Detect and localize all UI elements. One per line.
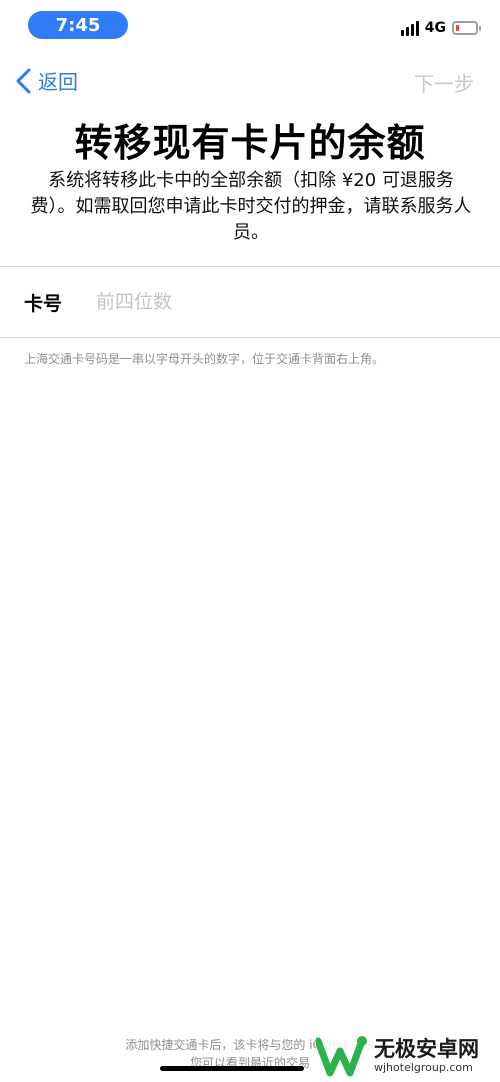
card-number-row: 卡号	[0, 267, 500, 337]
navigation-bar: 返回 下一步	[0, 60, 500, 104]
watermark-url: wjhotelgroup.com	[374, 1060, 473, 1074]
page-title: 转移现有卡片的余额	[74, 121, 426, 165]
divider-bottom	[0, 337, 500, 338]
card-number-label: 卡号	[24, 292, 63, 315]
watermark-title: 无极安卓网	[374, 1037, 479, 1062]
status-bar: 7:45 4G	[0, 0, 500, 50]
back-button[interactable]: 返回	[14, 66, 78, 95]
card-number-hint: 上海交通卡号码是一串以字母开头的数字，位于交通卡背面右上角。	[24, 352, 385, 366]
chevron-left-icon	[16, 68, 31, 93]
network-type: 4G	[424, 20, 446, 36]
watermark-logo-icon	[316, 1036, 367, 1077]
status-indicators: 4G	[400, 18, 481, 38]
card-number-input[interactable]	[96, 282, 500, 322]
home-indicator[interactable]	[160, 1066, 304, 1071]
cellular-signal-icon	[400, 20, 419, 36]
watermark: 无极安卓网 wjhotelgroup.com	[316, 1030, 500, 1082]
page-description: 系统将转移此卡中的全部余额（扣除 ¥20 可退服务费）。如需取回您申请此卡时交付…	[30, 170, 472, 243]
battery-icon	[452, 21, 481, 35]
status-time[interactable]: 7:45	[28, 11, 128, 39]
back-button-label: 返回	[38, 70, 78, 94]
next-step-button[interactable]: 下一步	[414, 68, 474, 97]
